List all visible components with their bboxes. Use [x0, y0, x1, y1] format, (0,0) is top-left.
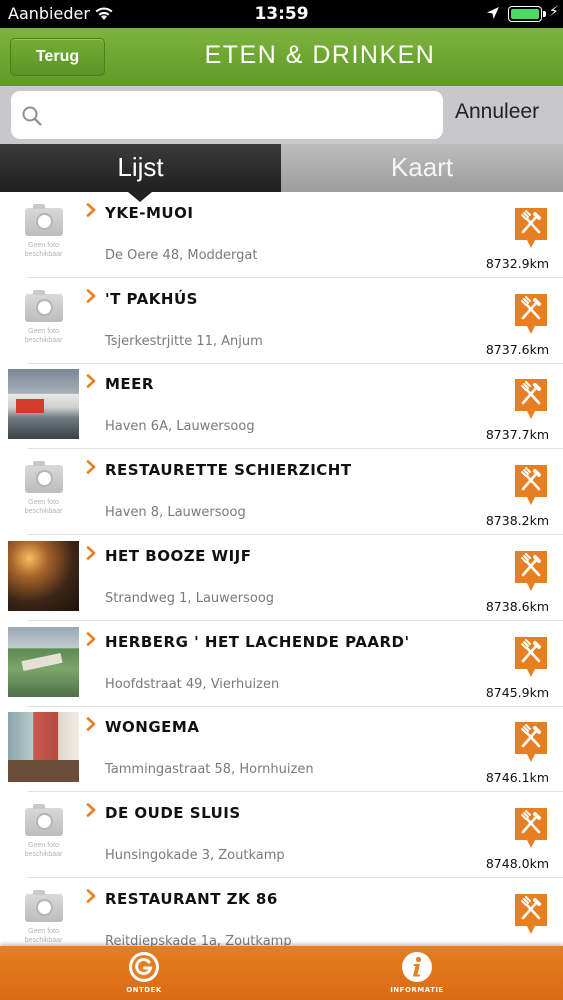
battery-icon	[508, 6, 542, 22]
no-photo-placeholder: Geen foto beschikbaar	[8, 455, 79, 526]
chevron-right-icon	[86, 631, 96, 646]
fork-knife-icon	[515, 893, 547, 934]
back-button[interactable]: Terug	[10, 38, 105, 76]
restaurant-address: Hoofdstraat 49, Vierhuizen	[105, 676, 280, 692]
distance-label: 8748.0km	[485, 855, 549, 871]
camera-icon	[25, 889, 63, 922]
tabbar-label-ontdek: ONTDEK	[126, 986, 162, 994]
restaurant-address: Strandweg 1, Lauwersoog	[105, 590, 275, 606]
restaurant-photo	[8, 712, 79, 783]
search-field[interactable]	[11, 91, 443, 139]
chevron-right-icon	[86, 288, 96, 303]
tabbar-item-informatie[interactable]: INFORMATIE	[377, 950, 457, 994]
info-icon	[402, 952, 432, 982]
camera-icon	[25, 289, 63, 322]
fork-knife-icon	[515, 807, 547, 848]
fork-knife-icon	[515, 550, 547, 591]
restaurant-name: HERBERG ' HET LACHENDE PAARD'	[105, 632, 410, 651]
active-tab-indicator	[128, 192, 152, 202]
restaurant-address: Haven 6A, Lauwersoog	[105, 419, 255, 435]
distance-label: 8737.7km	[485, 427, 549, 443]
restaurant-name: YKE-MUOI	[105, 204, 194, 222]
restaurant-name: RESTAURETTE SCHIERZICHT	[105, 461, 352, 480]
restaurant-address: Reitdiepskade 1a, Zoutkamp	[105, 933, 292, 946]
distance-label: 8732.9km	[485, 256, 549, 271]
g-logo-icon	[129, 952, 159, 982]
restaurant-address: Tammingastraat 58, Hornhuizen	[105, 762, 314, 778]
chevron-right-icon	[86, 803, 96, 817]
search-bar: Annuleer	[0, 86, 563, 144]
no-photo-label: Geen foto beschikbaar	[24, 242, 63, 258]
restaurant-photo	[8, 540, 79, 611]
charging-bolt-icon: ⚡	[549, 4, 559, 20]
restaurant-name: 'T PAKHÚS	[105, 289, 198, 308]
restaurant-name: MEER	[105, 375, 154, 394]
no-photo-label: Geen foto beschikbaar	[24, 841, 63, 858]
no-photo-placeholder: Geen foto beschikbaar	[8, 797, 79, 868]
restaurant-address: Hunsingokade 3, Zoutkamp	[105, 847, 285, 863]
list-item[interactable]: Geen foto beschikbaar RESTAURANT ZK 86 Reit…	[0, 878, 563, 946]
status-bar: Aanbieder 13:59 ⚡	[0, 0, 563, 28]
chevron-right-icon	[86, 374, 96, 389]
tabbar-item-ontdek[interactable]: ONTDEK	[104, 950, 184, 994]
camera-icon	[25, 204, 63, 236]
restaurant-name: DE OUDE SLUIS	[105, 803, 241, 822]
list-item[interactable]: Geen foto beschikbaar 'T PAKHÚS Tsjerkestrj…	[0, 278, 563, 364]
bottom-tab-bar: ONTDEK INFORMATIE	[0, 946, 563, 1000]
list-item[interactable]: MEER Haven 6A, Lauwersoog 8737.7km	[0, 363, 563, 450]
cancel-button[interactable]: Annuleer	[455, 100, 539, 124]
camera-icon	[25, 461, 63, 494]
search-icon	[22, 106, 42, 126]
list-item[interactable]: Geen foto beschikbaar DE OUDE SLUIS Hunsing…	[0, 792, 563, 878]
no-photo-placeholder: Geen foto beschikbaar	[8, 883, 79, 946]
chevron-right-icon	[86, 717, 96, 731]
fork-knife-icon	[515, 636, 547, 677]
restaurant-address: De Oere 48, Moddergat	[105, 248, 258, 263]
view-switcher: Lijst Kaart	[0, 144, 563, 192]
list-item[interactable]: Geen foto beschikbaar YKE-MUOI De Oere 48, …	[0, 192, 563, 278]
restaurant-name: RESTAURANT ZK 86	[105, 889, 278, 908]
restaurant-address: Haven 8, Lauwersoog	[105, 505, 246, 521]
search-input[interactable]	[53, 99, 433, 131]
restaurant-name: HET BOOZE WIJF	[105, 546, 252, 565]
no-photo-placeholder: Geen foto beschikbaar	[8, 283, 79, 354]
list-item[interactable]: HET BOOZE WIJF Strandweg 1, Lauwersoog 873…	[0, 535, 563, 621]
no-photo-label: Geen foto beschikbaar	[24, 499, 63, 516]
no-photo-label: Geen foto beschikbaar	[24, 327, 63, 344]
distance-label: 8738.6km	[485, 598, 549, 614]
location-arrow-icon	[487, 7, 499, 19]
distance-label: 8745.9km	[485, 684, 549, 700]
distance-label: 8746.1km	[485, 770, 549, 786]
restaurant-list[interactable]: Geen foto beschikbaar YKE-MUOI De Oere 48, …	[0, 192, 563, 946]
camera-icon	[25, 803, 63, 836]
list-item[interactable]: HERBERG ' HET LACHENDE PAARD' Hoofdstraat…	[0, 621, 563, 707]
chevron-right-icon	[86, 888, 96, 903]
clock: 13:59	[254, 4, 309, 24]
chevron-right-icon	[86, 460, 96, 474]
fork-knife-icon	[515, 293, 547, 334]
fork-knife-icon	[515, 465, 547, 506]
restaurant-photo	[8, 369, 79, 440]
no-photo-placeholder: Geen foto beschikbaar	[8, 198, 79, 268]
restaurant-address: Tsjerkestrjitte 11, Anjum	[105, 333, 263, 349]
fork-knife-icon	[515, 208, 547, 248]
list-item[interactable]: Geen foto beschikbaar RESTAURETTE SCHIERZI…	[0, 449, 563, 536]
page-title: ETEN & DRINKEN	[204, 41, 436, 69]
distance-label: 8738.2km	[485, 513, 549, 529]
fork-knife-icon	[515, 379, 547, 420]
chevron-right-icon	[86, 545, 96, 560]
chevron-right-icon	[86, 203, 96, 217]
restaurant-name: WONGEMA	[105, 718, 200, 737]
list-item[interactable]: WONGEMA Tammingastraat 58, Hornhuizen 8746…	[0, 706, 563, 793]
restaurant-photo	[8, 626, 79, 697]
distance-label: 8737.6km	[485, 341, 549, 357]
no-photo-label: Geen foto beschikbaar	[24, 927, 63, 944]
tab-map[interactable]: Kaart	[281, 144, 563, 192]
tabbar-label-informatie: INFORMATIE	[390, 986, 444, 994]
battery-tip	[543, 11, 546, 17]
navigation-bar: Terug ETEN & DRINKEN	[0, 28, 563, 86]
tab-list[interactable]: Lijst	[0, 144, 281, 192]
fork-knife-icon	[515, 722, 547, 763]
